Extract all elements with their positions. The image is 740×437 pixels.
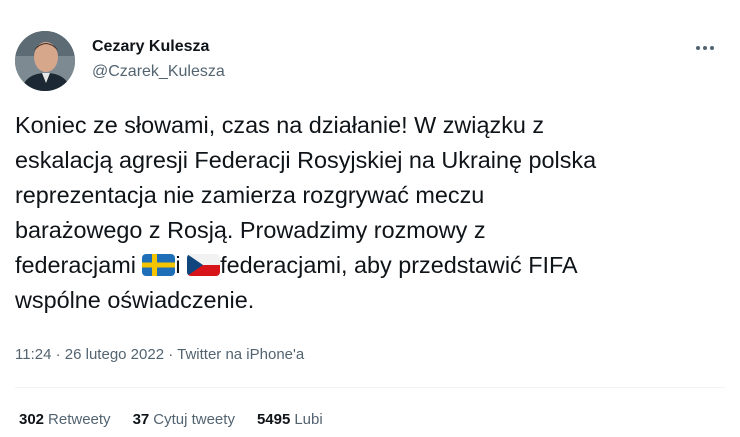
likes-label: Lubi [294, 411, 323, 428]
tweet-line: barażowego z Rosją. Prowadzimy rozmowy z [15, 217, 486, 243]
czech-flag-icon [187, 254, 221, 276]
tweet-line: wspólne oświadczenie. [15, 287, 255, 313]
more-options-icon[interactable] [692, 35, 718, 61]
tweet-source[interactable]: Twitter na iPhone'a [177, 346, 304, 363]
tweet-text-fragment: federacjami [15, 252, 143, 278]
quotes-stat[interactable]: 37 Cytuj tweety [133, 411, 235, 428]
quotes-count: 37 [132, 411, 150, 428]
tweet-text-fragment: federacjami, aby przedstawić FIFA [220, 252, 578, 278]
tweet-stats: 302 Retweety 37 Cytuj tweety 5495 Lubi [19, 411, 323, 428]
author-name[interactable]: Cezary Kulesza [92, 38, 209, 56]
quotes-label: Cytuj tweety [153, 411, 235, 428]
tweet-time[interactable]: 11:24 [15, 346, 51, 363]
tweet-meta: 11:24 · 26 lutego 2022 · Twitter na iPho… [15, 346, 304, 363]
tweet-line: eskalacją agresji Federacji Rosyjskiej n… [15, 147, 597, 173]
separator: · [164, 346, 178, 363]
separator: · [51, 346, 65, 363]
tweet-line: federacjami i federacjami, aby przedstaw… [15, 248, 727, 283]
dot [703, 46, 707, 50]
tweet-text-fragment: i [175, 252, 188, 278]
tweet-date[interactable]: 26 lutego 2022 [65, 346, 164, 363]
avatar[interactable] [15, 31, 75, 91]
retweets-count: 302 [19, 411, 45, 428]
author-handle[interactable]: @Czarek_Kulesza [92, 63, 225, 81]
retweets-label: Retweety [48, 411, 111, 428]
tweet-line: Koniec ze słowami, czas na działanie! W … [15, 112, 545, 138]
divider [15, 387, 725, 388]
dot [696, 46, 700, 50]
tweet-line: reprezentacja nie zamierza rozgrywać mec… [15, 182, 485, 208]
sweden-flag-icon [142, 254, 176, 276]
likes-count: 5495 [256, 411, 291, 428]
tweet-text: Koniec ze słowami, czas na działanie! W … [15, 108, 727, 318]
dot [710, 46, 714, 50]
retweets-stat[interactable]: 302 Retweety [19, 411, 111, 428]
likes-stat[interactable]: 5495 Lubi [257, 411, 323, 428]
